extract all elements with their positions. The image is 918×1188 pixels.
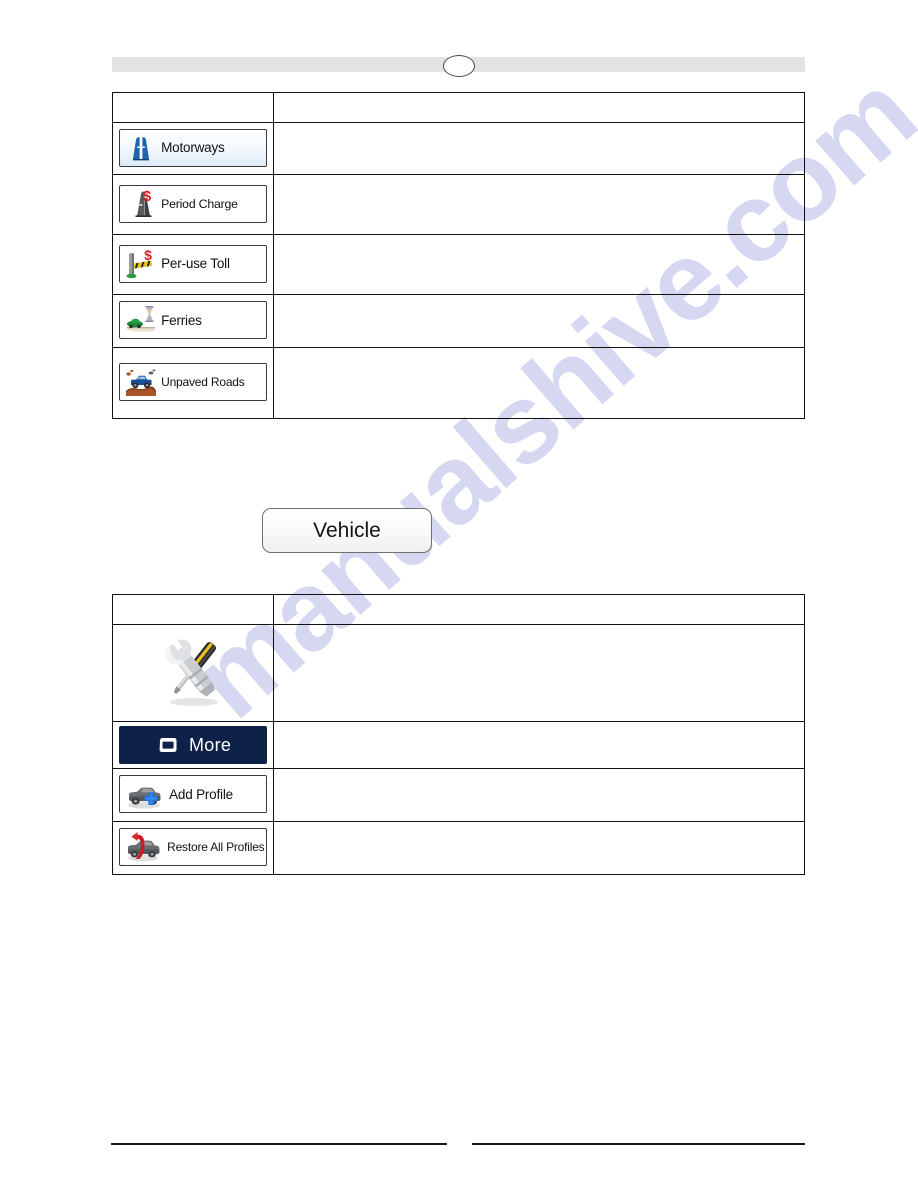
description-cell: [273, 174, 805, 235]
table-row: $ Period Charge: [111, 174, 805, 235]
button-label: Unpaved Roads: [161, 375, 245, 389]
motorways-button[interactable]: Motorways: [119, 128, 268, 167]
table-row: Ferries: [111, 294, 805, 348]
restore-all-profiles-button[interactable]: Restore All Profiles: [119, 828, 268, 866]
description-cell: [273, 122, 805, 175]
button-label: Period Charge: [161, 196, 238, 211]
header-cell-description: [273, 594, 805, 625]
vehicle-profiles-table: More Add Profile Restore All Profiles: [111, 594, 805, 875]
oval-outline-icon: [443, 55, 475, 77]
svg-text:$: $: [143, 188, 152, 205]
table-row: Add Profile: [111, 768, 805, 822]
button-cell: Motorways: [111, 122, 275, 175]
description-cell: [273, 294, 805, 348]
more-rounded-square-icon: [155, 732, 181, 758]
motorway-sign-icon: [124, 132, 158, 164]
description-cell: [273, 721, 805, 769]
button-cell: Unpaved Roads: [111, 347, 275, 419]
button-label: Add Profile: [169, 786, 233, 802]
header-cell-button: [111, 594, 275, 625]
button-cell: Restore All Profiles: [111, 821, 275, 875]
wrench-screwdriver-icon[interactable]: [154, 631, 232, 716]
period-charge-button[interactable]: $ Period Charge: [119, 184, 268, 223]
button-cell: $ Period Charge: [111, 174, 275, 235]
header-cell-description: [273, 92, 805, 123]
manual-page: manualshive.com Motorways $ Period Charg…: [0, 0, 918, 1188]
description-cell: [273, 624, 805, 722]
unpaved-road-car-icon: [124, 366, 158, 398]
svg-text:$: $: [144, 248, 152, 263]
description-cell: [273, 234, 805, 295]
table-header-row: [111, 594, 805, 625]
footer-rule-left: [111, 1143, 447, 1146]
table-row: Motorways: [111, 122, 805, 175]
footer-rule-right: [472, 1143, 805, 1146]
add-profile-button[interactable]: Add Profile: [119, 775, 268, 813]
ferries-button[interactable]: Ferries: [119, 301, 268, 339]
table-row: [111, 624, 805, 722]
add-profile-car-plus-icon: [124, 778, 166, 810]
toll-barrier-icon: $: [124, 247, 158, 280]
table-row: More: [111, 721, 805, 769]
table-row: Restore All Profiles: [111, 821, 805, 875]
button-cell: [111, 624, 275, 722]
button-cell: More: [111, 721, 275, 769]
vehicle-button[interactable]: Vehicle: [262, 508, 432, 553]
description-cell: [273, 347, 805, 419]
table-row: $ Per-use Toll: [111, 234, 805, 295]
more-button[interactable]: More: [119, 726, 268, 764]
header-cell-button: [111, 92, 275, 123]
button-cell: $ Per-use Toll: [111, 234, 275, 295]
per-use-toll-button[interactable]: $ Per-use Toll: [119, 244, 268, 283]
unpaved-roads-button[interactable]: Unpaved Roads: [119, 363, 268, 401]
button-label: More: [189, 734, 232, 755]
ferry-icon: [124, 304, 158, 336]
vehicle-button-label: Vehicle: [313, 518, 381, 542]
description-cell: [273, 768, 805, 822]
button-label: Ferries: [161, 312, 202, 328]
restore-profiles-car-arrow-icon: [124, 831, 164, 863]
route-options-table: Motorways $ Period Charge $ Per-use Toll…: [111, 92, 805, 419]
button-cell: Ferries: [111, 294, 275, 348]
period-charge-icon: $: [124, 188, 158, 220]
table-header-row: [111, 92, 805, 123]
table-row: Unpaved Roads: [111, 347, 805, 419]
button-label: Per-use Toll: [161, 256, 230, 271]
description-cell: [273, 821, 805, 875]
button-cell: Add Profile: [111, 768, 275, 822]
button-label: Motorways: [161, 140, 225, 155]
button-label: Restore All Profiles: [167, 840, 265, 854]
